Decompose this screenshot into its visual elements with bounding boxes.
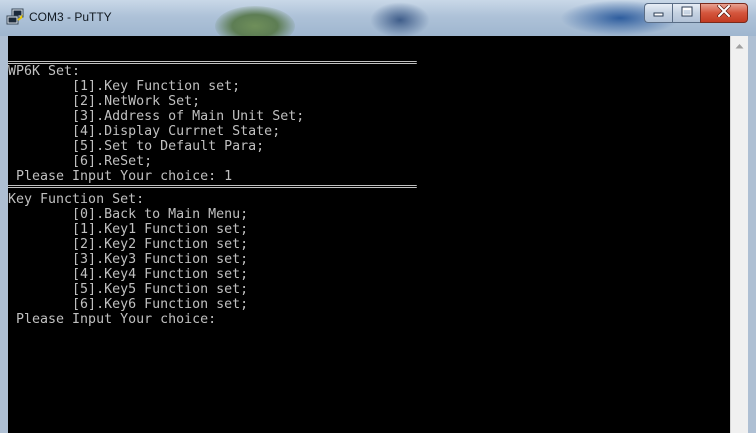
window-title: COM3 - PuTTY: [29, 10, 112, 24]
terminal-line: [1].Key1 Function set;: [8, 221, 249, 237]
scroll-up-arrow-icon: [735, 36, 744, 54]
terminal-line: [5].Key5 Function set;: [8, 281, 249, 297]
terminal-line: Please Input Your choice: 1: [8, 168, 233, 184]
separator-line: [8, 185, 417, 188]
minimize-icon: [653, 4, 665, 22]
titlebar-background-blur: [215, 6, 295, 36]
scroll-up-button[interactable]: [731, 36, 748, 53]
terminal-line: [6].ReSet;: [8, 153, 153, 169]
window-controls: [644, 3, 748, 23]
close-icon: [717, 4, 731, 22]
terminal-line: [6].Key6 Function set;: [8, 296, 249, 312]
terminal-line: Key Function Set:: [8, 191, 145, 207]
title-bar[interactable]: COM3 - PuTTY: [0, 0, 756, 36]
terminal-line: [2].NetWork Set;: [8, 93, 201, 109]
terminal-line: [3].Key3 Function set;: [8, 251, 249, 267]
vertical-scrollbar[interactable]: [730, 36, 748, 433]
terminal-line: [4].Display Currnet State;: [8, 123, 281, 139]
minimize-button[interactable]: [644, 3, 672, 23]
close-button[interactable]: [700, 3, 748, 23]
terminal-line: [3].Address of Main Unit Set;: [8, 108, 305, 124]
titlebar-background-blur: [370, 2, 430, 36]
terminal-line: [0].Back to Main Menu;: [8, 206, 249, 222]
maximize-button[interactable]: [672, 3, 700, 23]
terminal-line: WP6K Set:: [8, 63, 81, 79]
terminal-line: [4].Key4 Function set;: [8, 266, 249, 282]
maximize-icon: [681, 4, 693, 22]
putty-window: COM3 - PuTTY WP6K Set: [1].Key Function …: [0, 0, 756, 433]
terminal-output: WP6K Set: [1].Key Function set; [2].NetW…: [8, 54, 730, 433]
terminal-line: [1].Key Function set;: [8, 78, 241, 94]
terminal-line: Please Input Your choice:: [8, 311, 217, 327]
terminal-line: [5].Set to Default Para;: [8, 138, 265, 154]
terminal-area[interactable]: WP6K Set: [1].Key Function set; [2].NetW…: [8, 36, 748, 433]
terminal-line: [2].Key2 Function set;: [8, 236, 249, 252]
putty-icon[interactable]: [6, 8, 26, 26]
